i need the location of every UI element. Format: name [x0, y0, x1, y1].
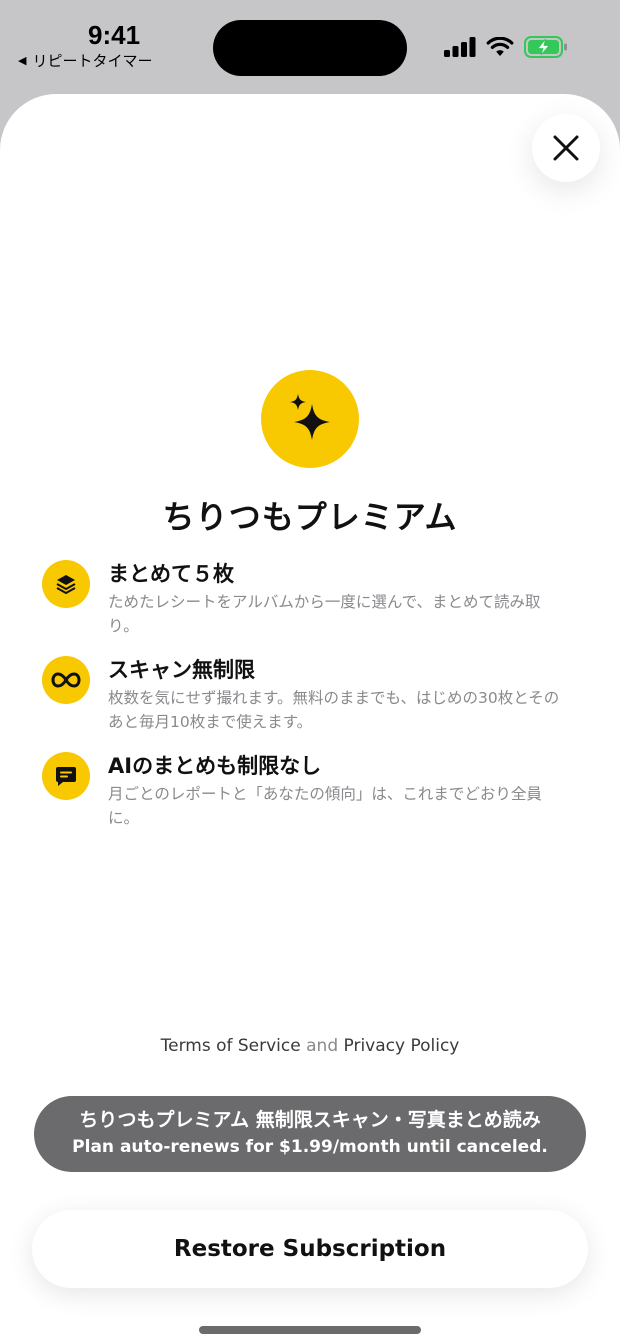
back-to-app-link[interactable]: ◀ リピートタイマー — [18, 50, 152, 71]
wifi-icon — [486, 37, 514, 57]
feature-item-batch: まとめて５枚 ためたレシートをアルバムから一度に選んで、まとめて読み取り。 — [42, 558, 582, 654]
feature-description: 枚数を気にせず撮れます。無料のままでも、はじめの30枚とそのあと毎月10枚まで使… — [108, 689, 560, 731]
sparkles-icon — [290, 394, 330, 440]
status-icons — [444, 36, 568, 58]
infinity-icon — [51, 672, 81, 688]
paywall-title: ちりつもプレミアム — [162, 498, 458, 536]
premium-hero-badge — [261, 370, 359, 468]
feature-title: スキャン無制限 — [108, 658, 255, 682]
back-arrow-icon: ◀ — [18, 54, 27, 67]
toast-plan-name: ちりつもプレミアム 無制限スキャン・写真まとめ読み — [79, 1109, 541, 1131]
privacy-policy-link[interactable]: Privacy Policy — [344, 1036, 460, 1056]
close-icon — [553, 135, 579, 161]
subscription-toast: ちりつもプレミアム 無制限スキャン・写真まとめ読み Plan auto-rene… — [34, 1096, 586, 1172]
feature-description: ためたレシートをアルバムから一度に選んで、まとめて読み取り。 — [108, 593, 541, 635]
premium-paywall-sheet: ちりつもプレミアム まとめて５枚 ためたレシートをアルバムから一度に選んで、まと… — [0, 94, 620, 1344]
feature-list: まとめて５枚 ためたレシートをアルバムから一度に選んで、まとめて読み取り。 スキ… — [42, 558, 582, 846]
feature-icon-badge — [42, 656, 90, 704]
toast-renewal-terms: Plan auto-renews for $1.99/month until c… — [72, 1137, 548, 1157]
feature-icon-badge — [42, 752, 90, 800]
cellular-signal-icon — [444, 37, 476, 57]
close-button[interactable] — [532, 114, 600, 182]
feature-description: 月ごとのレポートと「あなたの傾向」は、これまでどおり全員に。 — [108, 785, 542, 827]
legal-and-text: and — [306, 1036, 339, 1056]
restore-subscription-button[interactable]: Restore Subscription — [32, 1210, 588, 1288]
legal-links: Terms of Service and Privacy Policy — [0, 1036, 620, 1056]
screen: 9:41 ◀ リピートタイマー ちりつもプレミアム まとめて５枚 ためたレシート… — [0, 0, 620, 1344]
status-time: 9:41 — [88, 20, 141, 50]
feature-icon-badge — [42, 560, 90, 608]
stack-icon — [56, 575, 76, 594]
battery-charging-icon — [524, 36, 568, 58]
back-app-label: リピートタイマー — [32, 52, 153, 70]
feature-title: まとめて５枚 — [108, 562, 234, 586]
terms-of-service-link[interactable]: Terms of Service — [161, 1036, 301, 1056]
chat-icon — [56, 767, 76, 786]
feature-title: AIのまとめも制限なし — [108, 754, 322, 778]
feature-item-ai-summary: AIのまとめも制限なし 月ごとのレポートと「あなたの傾向」は、これまでどおり全員… — [42, 750, 582, 846]
status-bar: 9:41 ◀ リピートタイマー — [0, 0, 620, 92]
feature-item-unlimited-scan: スキャン無制限 枚数を気にせず撮れます。無料のままでも、はじめの30枚とそのあと… — [42, 654, 582, 750]
dynamic-island — [213, 20, 407, 76]
home-indicator — [199, 1326, 421, 1334]
